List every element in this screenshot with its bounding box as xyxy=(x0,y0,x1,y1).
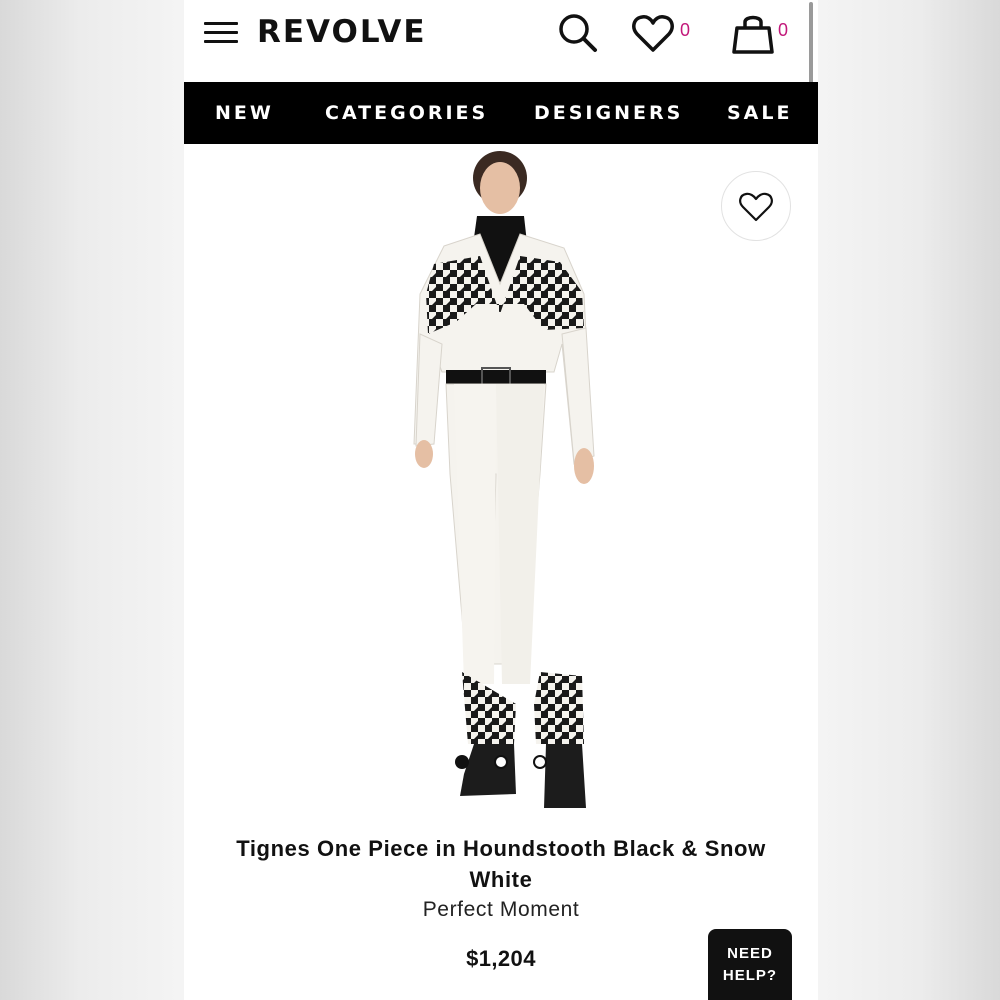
add-to-wishlist-button[interactable] xyxy=(721,171,791,241)
wishlist-heart-icon[interactable] xyxy=(630,10,676,56)
product-designer[interactable]: Perfect Moment xyxy=(214,898,788,922)
brand-logo[interactable]: REVOLVE xyxy=(257,14,427,50)
shopping-bag-icon[interactable] xyxy=(730,10,776,56)
site-header: REVOLVE 0 0 xyxy=(184,0,818,214)
nav-item-categories[interactable]: CATEGORIES xyxy=(325,102,488,124)
need-help-line2: HELP? xyxy=(722,967,778,984)
carousel-dot-2[interactable] xyxy=(494,755,508,769)
heart-outline-icon xyxy=(739,192,773,222)
main-nav: NEW CATEGORIES DESIGNERS SALE xyxy=(184,82,818,144)
carousel-dot-1[interactable] xyxy=(455,755,469,769)
product-title: Tignes One Piece in Houndstooth Black & … xyxy=(214,833,788,895)
need-help-line1: NEED xyxy=(727,945,773,962)
cart-count: 0 xyxy=(778,20,789,40)
need-help-button[interactable]: NEED HELP? xyxy=(708,929,792,1000)
image-carousel-dots xyxy=(184,755,818,771)
nav-item-designers[interactable]: DESIGNERS xyxy=(534,102,683,124)
product-image[interactable] xyxy=(184,144,818,824)
product-photo-illustration xyxy=(413,151,595,808)
product-title-line2: White xyxy=(469,867,533,892)
mobile-page: REVOLVE 0 0 NEW CATEGORIES DESIGNERS SAL… xyxy=(184,0,818,1000)
product-price: $1,204 xyxy=(466,946,536,971)
nav-item-new[interactable]: NEW xyxy=(215,102,274,124)
nav-item-sale[interactable]: SALE xyxy=(727,102,792,124)
carousel-dot-3[interactable] xyxy=(533,755,547,769)
menu-icon[interactable] xyxy=(204,20,240,46)
product-title-line1: Tignes One Piece in Houndstooth Black & … xyxy=(236,836,766,861)
search-icon[interactable] xyxy=(555,10,601,56)
wishlist-count: 0 xyxy=(680,20,691,40)
